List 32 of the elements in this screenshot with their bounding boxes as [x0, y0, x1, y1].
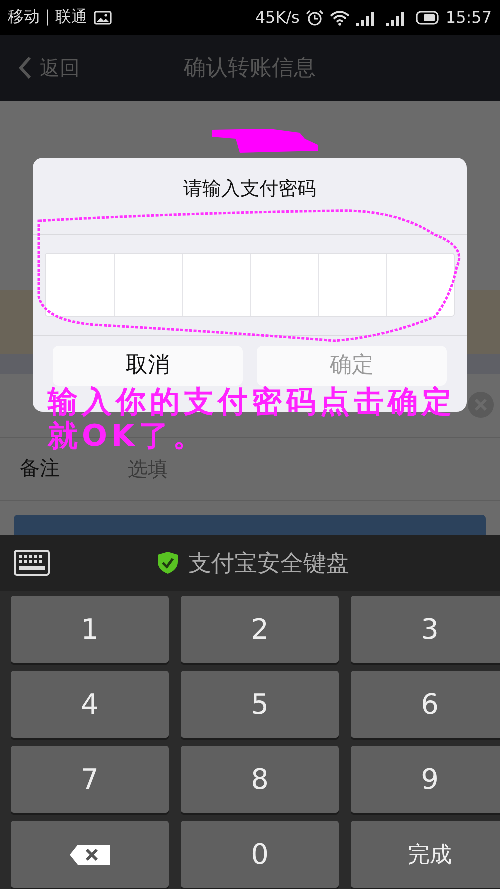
keypad-key[interactable]: 3 [351, 596, 500, 663]
image-icon [94, 10, 112, 24]
carrier-label: 移动 | 联通 [8, 7, 88, 28]
keypad-key[interactable]: 9 [351, 746, 500, 813]
network-speed: 45K/s [255, 8, 300, 27]
backspace-icon [70, 844, 110, 864]
clock: 15:57 [446, 8, 492, 27]
keypad-key[interactable]: 8 [181, 746, 339, 813]
alarm-icon [306, 10, 324, 26]
keypad-key[interactable]: 6 [351, 671, 500, 738]
keyboard-title: 支付宝安全键盘 [188, 550, 350, 578]
shield-check-icon [156, 551, 178, 575]
keypad-key[interactable]: 7 [11, 746, 169, 813]
battery-icon [416, 10, 440, 24]
keypad-key[interactable]: 5 [181, 671, 339, 738]
wifi-icon [330, 10, 350, 26]
keypad-key[interactable]: 1 [11, 596, 169, 663]
field-label: 备注 [20, 455, 61, 482]
back-icon [18, 56, 32, 80]
clear-icon[interactable] [468, 392, 494, 418]
annotation-text: 输入你的支付密码点击确定就OK了。 [48, 386, 457, 454]
delete-key[interactable] [11, 821, 169, 888]
submit-button[interactable] [14, 515, 486, 535]
dialog-button[interactable]: 取消 [53, 346, 243, 386]
keypad-key[interactable]: 0 [181, 821, 339, 888]
keypad-key[interactable]: 4 [11, 671, 169, 738]
dialog-title: 请输入支付密码 [182, 177, 318, 202]
password-field[interactable] [45, 253, 455, 317]
keypad-key[interactable]: 完成 [351, 821, 500, 888]
keyboard-icon[interactable] [14, 550, 50, 576]
page-title: 确认转账信息 [184, 55, 316, 83]
keypad-key[interactable]: 2 [181, 596, 339, 663]
